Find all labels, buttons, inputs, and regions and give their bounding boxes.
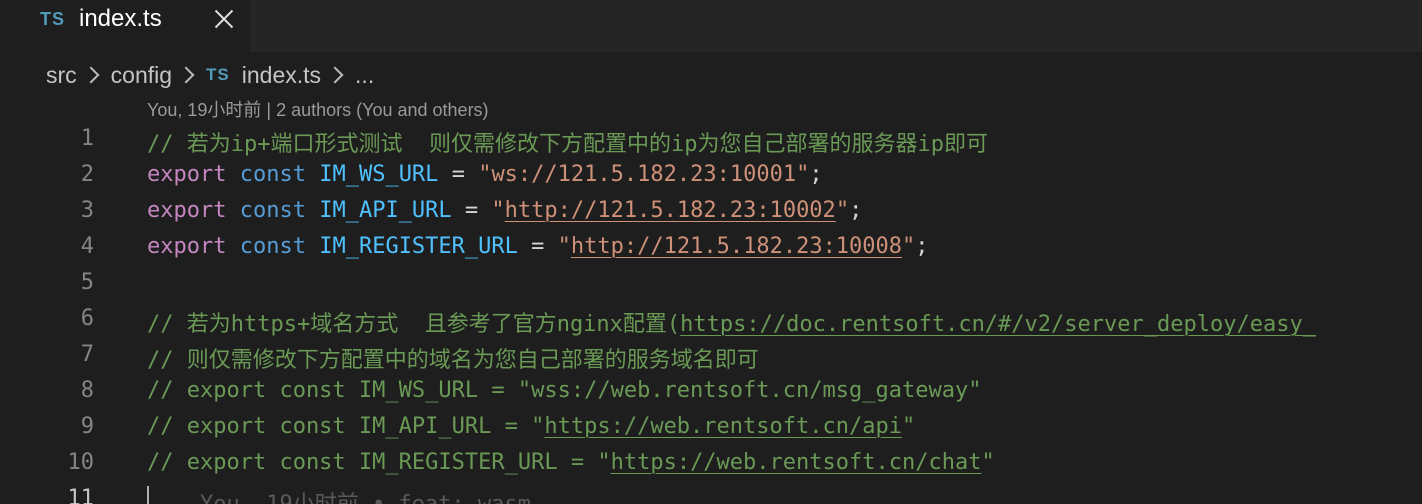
string-quote: ": [835, 198, 850, 223]
breadcrumb-config[interactable]: config: [111, 62, 172, 89]
constant-name: IM_REGISTER_URL: [319, 234, 518, 259]
string-quote: ": [796, 162, 810, 187]
tab-label: index.ts: [79, 5, 162, 32]
code-editor[interactable]: // 若为ip+端口形式测试 则仅需修改下方配置中的ip为您自己部署的服务器ip…: [147, 126, 1422, 504]
url-link[interactable]: https://web.rentsoft.cn/chat: [611, 450, 982, 475]
string-quote: ": [478, 162, 492, 187]
line-number: 9: [80, 414, 94, 439]
line-number: 7: [80, 342, 94, 367]
line-number: 1: [80, 126, 94, 151]
line-number: 5: [80, 270, 94, 295]
code-line-5[interactable]: [147, 270, 1422, 306]
close-icon[interactable]: [211, 6, 237, 32]
chevron-right-icon: [326, 66, 344, 84]
line-number: 3: [80, 198, 94, 223]
code-line-2[interactable]: export const IM_WS_URL = "ws://121.5.182…: [147, 162, 1422, 198]
code-line-10[interactable]: // export const IM_REGISTER_URL = "https…: [147, 450, 1422, 486]
line-number: 6: [80, 306, 94, 331]
comment: // 若为ip+端口形式测试 则仅需修改下方配置中的ip为您自己部署的服务器ip…: [147, 132, 988, 157]
line-number: 8: [80, 378, 94, 403]
text-cursor: [147, 486, 149, 504]
comment: // export const IM_REGISTER_URL = ": [147, 450, 611, 475]
code-line-8[interactable]: // export const IM_WS_URL = "wss://web.r…: [147, 378, 1422, 414]
code-line-1[interactable]: // 若为ip+端口形式测试 则仅需修改下方配置中的ip为您自己部署的服务器ip…: [147, 126, 1422, 162]
breadcrumb-file[interactable]: index.ts: [242, 62, 321, 89]
comment: // export const IM_WS_URL = "wss://web.r…: [147, 378, 982, 403]
url-link[interactable]: https://doc.rentsoft.cn/#/v2/server_depl…: [680, 312, 1316, 337]
semicolon: ;: [915, 234, 929, 259]
git-blame-codelens[interactable]: You, 19小时前 | 2 authors (You and others): [147, 96, 489, 122]
line-number-current: 11: [67, 486, 95, 504]
constant-name: IM_API_URL: [319, 198, 452, 223]
comment: // 则仅需修改下方配置中的域名为您自己部署的服务域名即可: [147, 348, 759, 373]
comment: // export const IM_API_URL = ": [147, 414, 545, 439]
code-line-11[interactable]: You, 19小时前 • feat: wasm: [147, 486, 1422, 504]
code-line-3[interactable]: export const IM_API_URL = "http://121.5.…: [147, 198, 1422, 234]
keyword-const: const: [239, 234, 306, 259]
chevron-right-icon: [177, 66, 195, 84]
breadcrumb: src config TS index.ts ...: [46, 58, 374, 92]
operator: =: [464, 198, 479, 223]
line-number: 2: [80, 162, 94, 187]
url-link[interactable]: https://web.rentsoft.cn/api: [544, 414, 902, 439]
breadcrumb-symbols[interactable]: ...: [355, 62, 374, 89]
string-value: ws://121.5.182.23:10001: [491, 162, 797, 187]
comment: // 若为https+域名方式 且参考了官方nginx配置(: [147, 312, 681, 337]
keyword-export: export: [147, 234, 227, 259]
keyword-export: export: [147, 162, 227, 187]
line-number: 10: [67, 450, 95, 475]
code-line-4[interactable]: export const IM_REGISTER_URL = "http://1…: [147, 234, 1422, 270]
code-line-7[interactable]: // 则仅需修改下方配置中的域名为您自己部署的服务域名即可: [147, 342, 1422, 378]
chevron-right-icon: [82, 66, 100, 84]
comment: ": [901, 414, 916, 439]
typescript-file-icon: TS: [40, 9, 66, 29]
constant-name: IM_WS_URL: [319, 162, 439, 187]
keyword-const: const: [239, 198, 306, 223]
line-number: 4: [80, 234, 94, 259]
keyword-const: const: [239, 162, 306, 187]
code-line-9[interactable]: // export const IM_API_URL = "https://we…: [147, 414, 1422, 450]
string-quote: ": [902, 234, 916, 259]
typescript-file-icon: TS: [206, 65, 230, 84]
string-quote: ": [491, 198, 505, 223]
string-quote: ": [557, 234, 571, 259]
inline-git-blame: You, 19小时前 • feat: wasm: [200, 492, 531, 504]
breadcrumb-src[interactable]: src: [46, 62, 77, 89]
semicolon: ;: [849, 198, 863, 223]
url-link[interactable]: http://121.5.182.23:10002: [505, 198, 836, 223]
comment: ": [981, 450, 995, 475]
keyword-export: export: [147, 198, 227, 223]
line-number-gutter: 1 2 3 4 5 6 7 8 9 10 11: [0, 126, 100, 504]
semicolon: ;: [809, 162, 823, 187]
operator: =: [451, 162, 465, 187]
tab-index-ts[interactable]: TS index.ts: [0, 0, 250, 52]
editor-tab-bar: TS index.ts: [0, 0, 1422, 52]
code-line-6[interactable]: // 若为https+域名方式 且参考了官方nginx配置(https://do…: [147, 306, 1422, 342]
operator: =: [531, 234, 545, 259]
url-link[interactable]: http://121.5.182.23:10008: [571, 234, 902, 259]
